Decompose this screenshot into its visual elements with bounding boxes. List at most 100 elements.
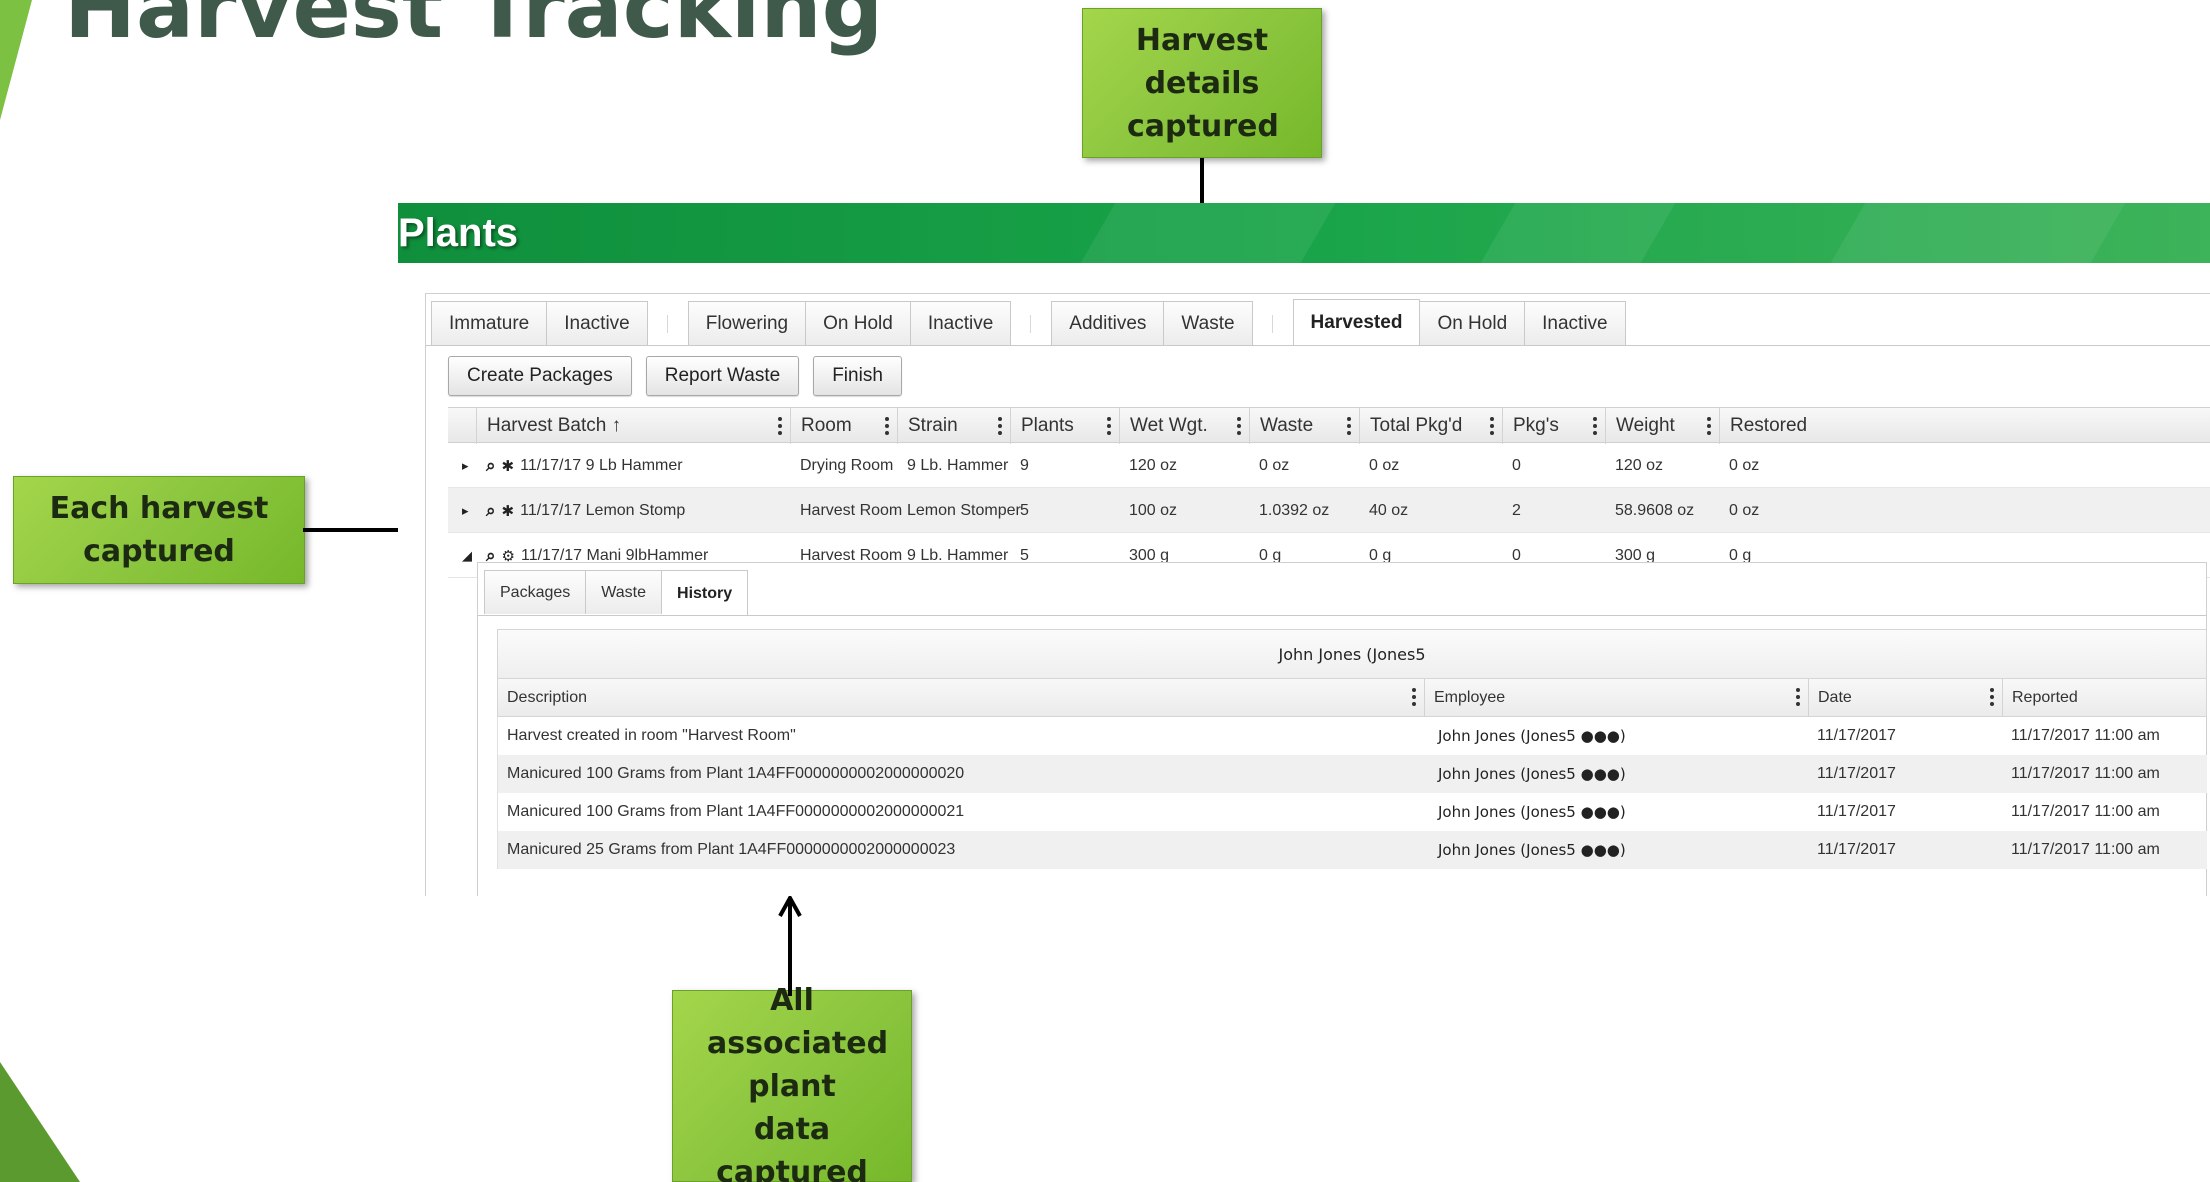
- packages-cell: 2: [1512, 501, 1521, 519]
- reported-cell: 11/17/2017 11:00 am: [2011, 841, 2160, 858]
- slide-accent-bottom: [0, 1062, 80, 1182]
- batch-name: 11/17/17 Lemon Stomp: [520, 501, 686, 519]
- employee-cell: John Jones (Jones5 ●●●): [1438, 765, 1626, 783]
- date-cell: 11/17/2017: [1817, 765, 1896, 782]
- search-icon[interactable]: ⌕: [486, 501, 496, 521]
- tab-harvested-on-hold[interactable]: On Hold: [1420, 301, 1526, 345]
- total-packaged-cell: 40 oz: [1369, 501, 1409, 519]
- column-menu-icon[interactable]: [1593, 417, 1597, 435]
- table-row[interactable]: ▸ ⌕ ✱ 11/17/17 9 Lb Hammer Drying Room 9…: [448, 443, 2210, 488]
- column-menu-icon[interactable]: [885, 417, 889, 435]
- tab-waste-detail[interactable]: Waste: [586, 570, 663, 614]
- total-packaged-cell: 0 oz: [1369, 456, 1400, 474]
- date-cell: 11/17/2017: [1817, 841, 1896, 858]
- column-menu-icon[interactable]: [1412, 688, 1416, 706]
- weight-cell: 58.9608 oz: [1615, 501, 1695, 519]
- column-waste[interactable]: Waste: [1249, 408, 1359, 444]
- column-menu-icon[interactable]: [998, 417, 1002, 435]
- tab-additives[interactable]: Additives: [1051, 301, 1165, 345]
- harvest-detail-panel: Packages Waste History John Jones (Jones…: [477, 562, 2207, 896]
- harvest-grid: Harvest Batch ↑ Room Strain Plants Wet W…: [448, 407, 2210, 578]
- expand-row-icon[interactable]: ▸: [462, 503, 469, 519]
- callout-plant-data: All associated plant data captured: [672, 983, 912, 1182]
- column-menu-icon[interactable]: [1990, 688, 1994, 706]
- column-description[interactable]: Description: [498, 679, 1424, 717]
- column-harvest-batch[interactable]: Harvest Batch ↑: [476, 408, 790, 444]
- description-cell: Manicured 100 Grams from Plant 1A4FF0000…: [507, 765, 965, 782]
- tab-harvested[interactable]: Harvested: [1292, 299, 1421, 345]
- column-menu-icon[interactable]: [1707, 417, 1711, 435]
- history-row[interactable]: Harvest created in room "Harvest Room" J…: [497, 717, 2207, 755]
- tab-history[interactable]: History: [662, 570, 749, 616]
- search-icon[interactable]: ⌕: [486, 456, 496, 476]
- strain-cell: Lemon Stomper: [907, 501, 1021, 519]
- column-menu-icon[interactable]: [778, 417, 782, 435]
- tab-immature[interactable]: Immature: [431, 301, 548, 345]
- date-cell: 11/17/2017: [1817, 727, 1896, 744]
- history-row[interactable]: Manicured 100 Grams from Plant 1A4FF0000…: [497, 793, 2207, 831]
- batch-name: 11/17/17 9 Lb Hammer: [520, 456, 683, 474]
- employee-cell: John Jones (Jones5 ●●●): [1438, 841, 1626, 859]
- cog-icon[interactable]: ✱: [502, 457, 515, 475]
- report-waste-button[interactable]: Report Waste: [645, 356, 800, 396]
- column-restored[interactable]: Restored: [1719, 408, 1839, 444]
- tab-flowering-on-hold[interactable]: On Hold: [806, 301, 911, 345]
- column-plants[interactable]: Plants: [1010, 408, 1119, 444]
- tab-packages[interactable]: Packages: [484, 570, 587, 614]
- column-total-packaged[interactable]: Total Pkg'd: [1359, 408, 1502, 444]
- arrow-up-icon: [778, 896, 802, 996]
- waste-cell: 1.0392 oz: [1259, 501, 1330, 519]
- strain-cell: 9 Lb. Hammer: [907, 456, 1009, 474]
- column-date[interactable]: Date: [1808, 679, 2002, 717]
- column-weight[interactable]: Weight: [1605, 408, 1719, 444]
- reported-cell: 11/17/2017 11:00 am: [2011, 765, 2160, 782]
- column-menu-icon[interactable]: [1107, 417, 1111, 435]
- cog-icon[interactable]: ✱: [502, 502, 515, 520]
- tab-flowering-inactive[interactable]: Inactive: [910, 301, 1012, 345]
- batch-cell: ⌕ ✱ 11/17/17 Lemon Stomp: [476, 488, 685, 533]
- create-packages-button[interactable]: Create Packages: [448, 356, 632, 396]
- reported-cell: 11/17/2017 11:00 am: [2011, 727, 2160, 744]
- finish-button[interactable]: Finish: [813, 356, 902, 396]
- history-row[interactable]: Manicured 100 Grams from Plant 1A4FF0000…: [497, 755, 2207, 793]
- restored-cell: 0 oz: [1729, 501, 1760, 519]
- column-reported[interactable]: Reported: [2002, 679, 2208, 717]
- reported-cell: 11/17/2017 11:00 am: [2011, 803, 2160, 820]
- app-banner: Plants: [398, 203, 2210, 263]
- column-menu-icon[interactable]: [1237, 417, 1241, 435]
- column-employee[interactable]: Employee: [1424, 679, 1808, 717]
- expand-row-icon[interactable]: ▸: [462, 458, 469, 474]
- callout-harvest-details: Harvest details captured: [1082, 8, 1322, 158]
- description-cell: Manicured 100 Grams from Plant 1A4FF0000…: [507, 803, 965, 820]
- tab-flowering[interactable]: Flowering: [687, 301, 807, 345]
- action-toolbar: Create Packages Report Waste Finish: [448, 356, 902, 396]
- tab-harvested-inactive[interactable]: Inactive: [1525, 301, 1626, 345]
- detail-tab-underline: [478, 615, 2206, 616]
- batch-cell: ⌕ ✱ 11/17/17 9 Lb Hammer: [476, 443, 683, 488]
- column-room[interactable]: Room: [790, 408, 897, 444]
- slide-title: Harvest Tracking: [64, 0, 884, 58]
- packages-cell: 0: [1512, 456, 1521, 474]
- column-wet-weight[interactable]: Wet Wgt.: [1119, 408, 1249, 444]
- plants-cell: 5: [1020, 501, 1029, 519]
- date-cell: 11/17/2017: [1817, 803, 1896, 820]
- tab-separator: [648, 301, 688, 345]
- tab-separator: [1011, 301, 1051, 345]
- employee-cell: John Jones (Jones5 ●●●): [1438, 727, 1626, 745]
- column-menu-icon[interactable]: [1490, 417, 1494, 435]
- room-cell: Harvest Room: [800, 501, 903, 519]
- collapse-row-icon[interactable]: ◢: [462, 548, 472, 564]
- column-strain[interactable]: Strain: [897, 408, 1010, 444]
- column-menu-icon[interactable]: [1796, 688, 1800, 706]
- history-grid: John Jones (Jones5 Description Employee …: [497, 629, 2207, 869]
- tab-waste[interactable]: Waste: [1164, 301, 1253, 345]
- table-row[interactable]: ▸ ⌕ ✱ 11/17/17 Lemon Stomp Harvest Room …: [448, 488, 2210, 533]
- tab-immature-inactive[interactable]: Inactive: [547, 301, 648, 345]
- waste-cell: 0 oz: [1259, 456, 1290, 474]
- history-row[interactable]: Manicured 25 Grams from Plant 1A4FF00000…: [497, 831, 2207, 869]
- column-packages[interactable]: Pkg's: [1502, 408, 1605, 444]
- column-menu-icon[interactable]: [1347, 417, 1351, 435]
- detail-tab-strip: Packages Waste History: [484, 570, 749, 616]
- history-header: Description Employee Date Reported: [497, 679, 2207, 717]
- tab-underline: [426, 345, 2210, 346]
